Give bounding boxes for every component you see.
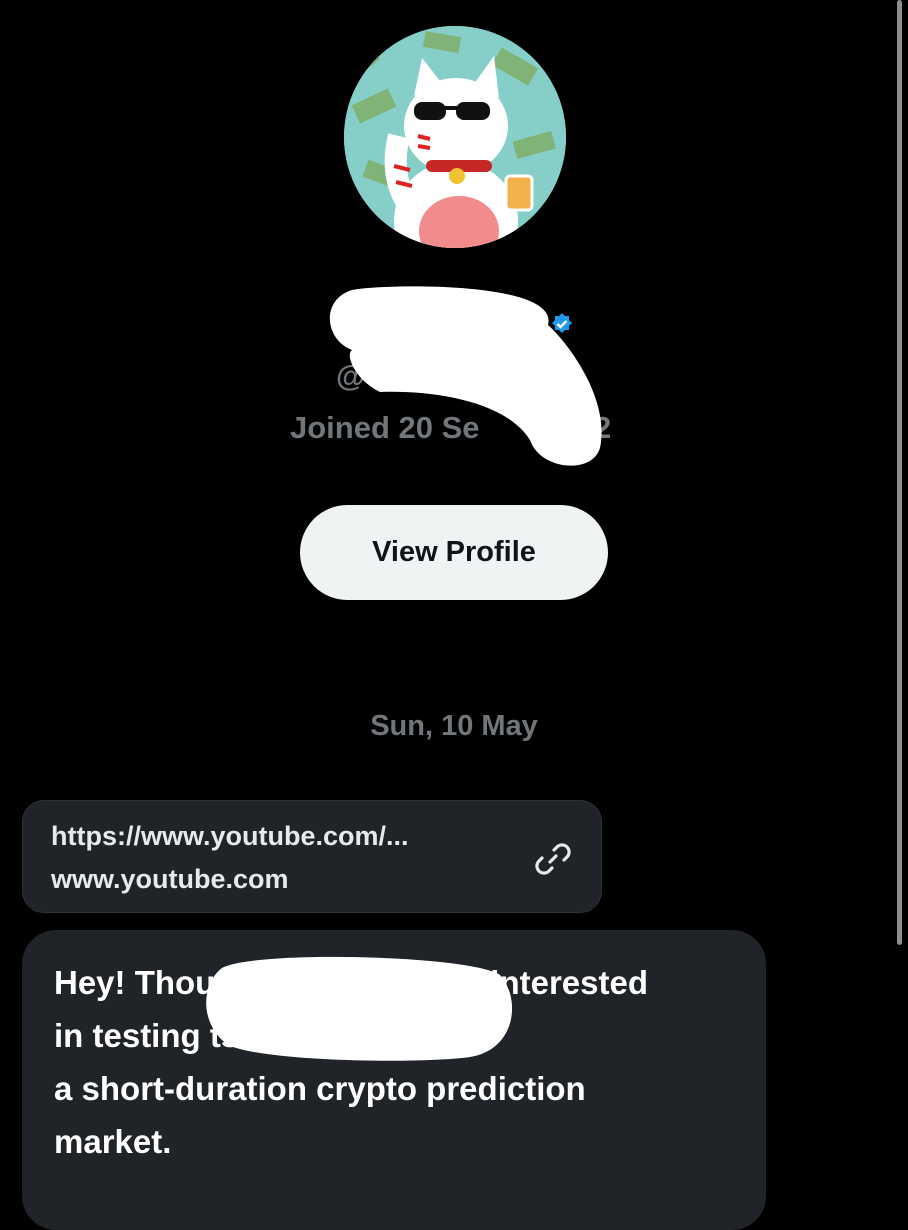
message-bubble: Hey! Thought you might be interested in … bbox=[22, 930, 766, 1230]
joined-date-end: 2 bbox=[594, 410, 612, 445]
link-domain: www.youtube.com bbox=[51, 864, 289, 894]
verified-badge-icon bbox=[550, 312, 574, 336]
scrollbar[interactable] bbox=[897, 0, 902, 945]
link-preview-card[interactable]: https://www.youtube.com/... www.youtube.… bbox=[22, 800, 602, 913]
joined-date: Joined 20 Se 2 bbox=[290, 410, 611, 446]
profile-avatar[interactable] bbox=[344, 26, 566, 248]
profile-handle: @ bbox=[336, 360, 366, 393]
cat-avatar-image bbox=[344, 26, 566, 248]
link-url: https://www.youtube.com/... bbox=[51, 821, 409, 851]
link-icon[interactable] bbox=[533, 839, 573, 879]
view-profile-button[interactable]: View Profile bbox=[300, 505, 608, 600]
message-text: Hey! Thought you might be interested in … bbox=[54, 964, 649, 1160]
date-separator: Sun, 10 May bbox=[370, 710, 538, 742]
joined-date-start: Joined 20 Se bbox=[290, 410, 480, 445]
